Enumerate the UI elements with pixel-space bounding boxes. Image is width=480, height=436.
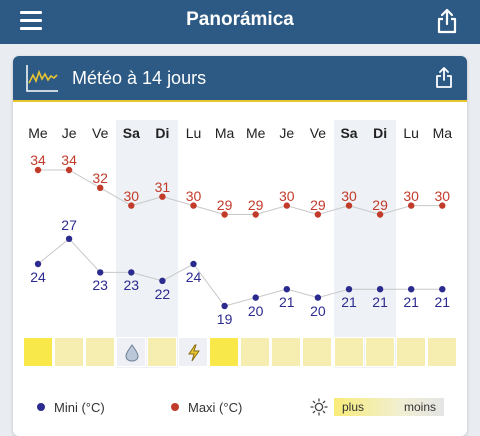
max-temp-label: 30 xyxy=(341,187,357,204)
card-title: Météo à 14 jours xyxy=(72,68,207,88)
min-temp-label: 22 xyxy=(154,285,171,302)
condition-cell xyxy=(271,337,302,367)
chart-icon xyxy=(26,65,58,92)
max-temp-label: 34 xyxy=(61,152,77,168)
min-temp-label: 21 xyxy=(341,294,357,311)
condition-cell xyxy=(84,337,115,367)
weekend-column xyxy=(333,120,365,368)
condition-cell xyxy=(333,337,364,367)
max-temp-label: 34 xyxy=(30,152,46,168)
condition-cell xyxy=(395,337,426,367)
condition-cell xyxy=(22,337,53,367)
scale-moins-label: moins xyxy=(403,400,436,414)
scale-plus-label: plus xyxy=(342,400,365,414)
condition-cell xyxy=(209,337,240,367)
max-legend-label: Maxi (°C) xyxy=(188,400,243,415)
min-temp-label: 24 xyxy=(185,269,202,285)
max-temp-label: 29 xyxy=(372,196,388,213)
sunshine-scale: plus moins xyxy=(334,398,444,416)
max-temp-label: 30 xyxy=(279,187,295,204)
raindrop-icon xyxy=(125,344,139,362)
card-share-icon[interactable] xyxy=(435,67,453,89)
lightning-icon xyxy=(188,344,200,362)
condition-cell xyxy=(240,337,271,367)
weekend-column xyxy=(364,120,396,368)
max-legend-marker xyxy=(171,403,179,411)
min-legend-label: Mini (°C) xyxy=(54,400,105,415)
min-temp-label: 21 xyxy=(372,294,388,311)
min-temp-label: 21 xyxy=(403,294,419,311)
card-header: Météo à 14 jours xyxy=(13,56,467,100)
min-temp-label: 27 xyxy=(61,216,77,233)
min-temp-label: 23 xyxy=(92,277,108,294)
condition-cell xyxy=(146,337,177,367)
share-icon[interactable] xyxy=(436,8,458,34)
weekend-column xyxy=(115,120,147,368)
max-temp-label: 29 xyxy=(216,196,233,213)
max-temp-label: 30 xyxy=(123,187,140,204)
day-label: Ma xyxy=(432,125,453,141)
forecast-card: Météo à 14 jours xyxy=(13,56,467,436)
min-temp-label: 24 xyxy=(30,269,46,285)
card-header-accent xyxy=(13,100,467,102)
max-temp-label: 30 xyxy=(434,187,451,204)
min-temp-label: 20 xyxy=(310,302,326,319)
top-app-bar: Panorámica xyxy=(0,0,480,44)
condition-cell xyxy=(302,337,333,367)
max-temp-label: 30 xyxy=(403,187,419,204)
condition-cell xyxy=(115,337,146,367)
condition-cell xyxy=(53,337,84,367)
condition-cell xyxy=(178,337,208,367)
min-temp-label: 21 xyxy=(434,294,451,311)
weekend-column xyxy=(146,120,178,368)
min-temp-label: 19 xyxy=(216,311,233,327)
app-title: Panorámica xyxy=(186,9,294,30)
condition-cell xyxy=(364,337,395,367)
min-temp-label: 23 xyxy=(123,277,140,294)
max-temp-label: 29 xyxy=(247,196,264,213)
min-legend-marker xyxy=(37,403,45,411)
max-temp-label: 30 xyxy=(185,187,202,204)
max-temp-label: 29 xyxy=(310,196,326,213)
max-temp-label: 32 xyxy=(92,169,108,186)
condition-cell xyxy=(426,337,457,367)
min-temp-label: 21 xyxy=(279,294,295,311)
min-temp-label: 20 xyxy=(247,302,264,319)
sun-icon xyxy=(310,398,328,416)
max-temp-label: 31 xyxy=(154,178,171,195)
